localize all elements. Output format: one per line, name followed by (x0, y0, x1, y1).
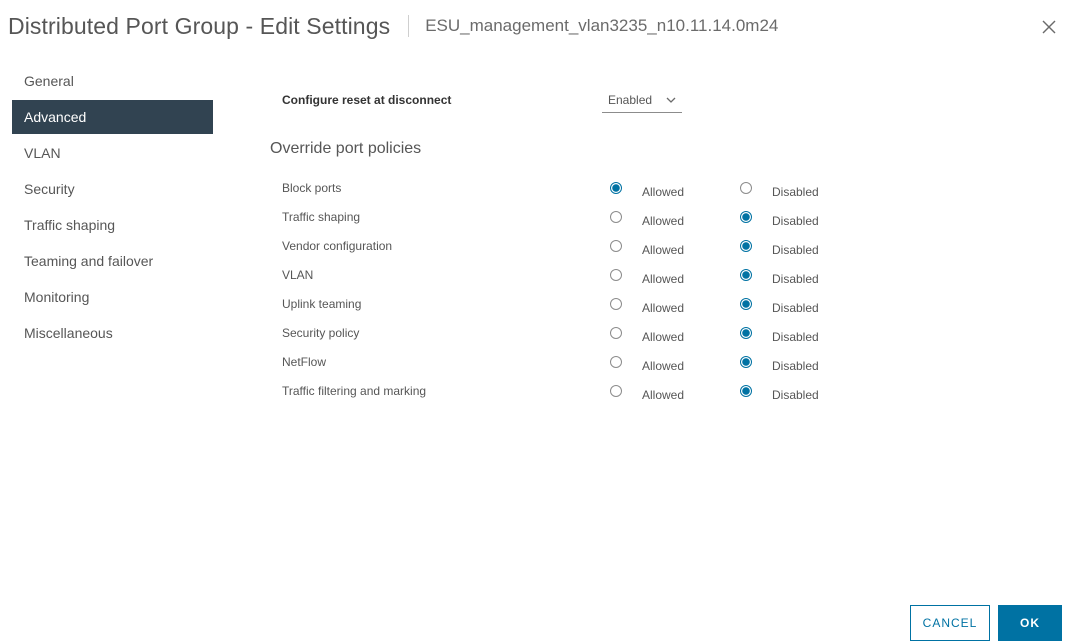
disabled-label: Disabled (772, 214, 819, 228)
close-button[interactable] (1038, 16, 1060, 38)
sidebar-item-advanced[interactable]: Advanced (12, 100, 213, 134)
policy-row-block-ports: Block ports Allowed Disabled (270, 174, 870, 203)
allowed-radio[interactable] (610, 356, 622, 368)
allowed-label: Allowed (642, 301, 685, 315)
policy-name: Traffic shaping (282, 210, 361, 224)
allowed-label: Allowed (642, 272, 685, 286)
allowed-radio[interactable] (610, 269, 622, 281)
policy-name: Uplink teaming (282, 297, 362, 311)
disabled-radio[interactable] (740, 269, 752, 281)
sidebar-item-general[interactable]: General (12, 64, 213, 98)
ok-button[interactable]: OK (998, 605, 1062, 641)
override-policies-list: Block ports Allowed Disabled Traffic sha… (270, 174, 870, 406)
policy-row-traffic-shaping: Traffic shaping Allowed Disabled (270, 203, 870, 232)
allowed-radio[interactable] (610, 240, 622, 252)
policy-name: Security policy (282, 326, 360, 340)
disabled-radio[interactable] (740, 356, 752, 368)
policy-row-netflow: NetFlow Allowed Disabled (270, 348, 870, 377)
allowed-radio[interactable] (610, 385, 622, 397)
policy-row-vlan: VLAN Allowed Disabled (270, 261, 870, 290)
policy-name: Vendor configuration (282, 239, 393, 253)
select-value: Enabled (608, 93, 653, 107)
reset-at-disconnect-row: Configure reset at disconnect Enabled (270, 80, 870, 122)
sidebar-item-monitoring[interactable]: Monitoring (12, 280, 213, 314)
policy-row-vendor-configuration: Vendor configuration Allowed Disabled (270, 232, 870, 261)
policy-name: Traffic filtering and marking (282, 384, 427, 398)
sidebar-item-security[interactable]: Security (12, 172, 213, 206)
allowed-label: Allowed (642, 243, 685, 257)
cancel-button[interactable]: CANCEL (910, 605, 990, 641)
policy-name: VLAN (282, 268, 314, 282)
allowed-label: Allowed (642, 214, 685, 228)
advanced-settings-panel: Configure reset at disconnect Enabled Ov… (270, 80, 870, 406)
allowed-label: Allowed (642, 330, 685, 344)
dialog-subtitle: ESU_management_vlan3235_n10.11.14.0m24 (425, 16, 779, 35)
allowed-label: Allowed (642, 185, 685, 199)
dialog-title: Distributed Port Group - Edit Settings (8, 12, 391, 39)
policy-name: NetFlow (282, 355, 327, 369)
sidebar-item-miscellaneous[interactable]: Miscellaneous (12, 316, 213, 350)
policy-row-security-policy: Security policy Allowed Disabled (270, 319, 870, 348)
disabled-radio[interactable] (740, 240, 752, 252)
title-divider (408, 15, 410, 37)
disabled-radio[interactable] (740, 385, 752, 397)
edit-settings-dialog: Distributed Port Group - Edit Settings E… (0, 0, 1070, 641)
dialog-header: Distributed Port Group - Edit Settings E… (8, 8, 778, 44)
disabled-radio[interactable] (740, 298, 752, 310)
disabled-radio[interactable] (740, 327, 752, 339)
sidebar-item-traffic-shaping[interactable]: Traffic shaping (12, 208, 213, 242)
settings-sidebar: General Advanced VLAN Security Traffic s… (12, 64, 213, 352)
chevron-down-icon (666, 97, 676, 103)
allowed-radio[interactable] (610, 298, 622, 310)
section-title: Override port policies (270, 140, 422, 157)
disabled-label: Disabled (772, 388, 819, 402)
policy-row-uplink-teaming: Uplink teaming Allowed Disabled (270, 290, 870, 319)
sidebar-item-vlan[interactable]: VLAN (12, 136, 213, 170)
disabled-label: Disabled (772, 301, 819, 315)
reset-at-disconnect-select[interactable]: Enabled (602, 90, 682, 113)
policy-row-traffic-filtering-and-marking: Traffic filtering and marking Allowed Di… (270, 377, 870, 406)
close-icon (1042, 20, 1056, 34)
allowed-label: Allowed (642, 388, 685, 402)
allowed-radio[interactable] (610, 182, 622, 194)
allowed-radio[interactable] (610, 327, 622, 339)
disabled-label: Disabled (772, 359, 819, 373)
policy-name: Block ports (282, 181, 342, 195)
disabled-label: Disabled (772, 185, 819, 199)
disabled-label: Disabled (772, 272, 819, 286)
disabled-radio[interactable] (740, 182, 752, 194)
disabled-label: Disabled (772, 243, 819, 257)
sidebar-item-teaming-and-failover[interactable]: Teaming and failover (12, 244, 213, 278)
reset-at-disconnect-label: Configure reset at disconnect (282, 93, 452, 107)
allowed-radio[interactable] (610, 211, 622, 223)
disabled-radio[interactable] (740, 211, 752, 223)
dialog-footer: CANCEL OK (910, 605, 1062, 641)
disabled-label: Disabled (772, 330, 819, 344)
allowed-label: Allowed (642, 359, 685, 373)
